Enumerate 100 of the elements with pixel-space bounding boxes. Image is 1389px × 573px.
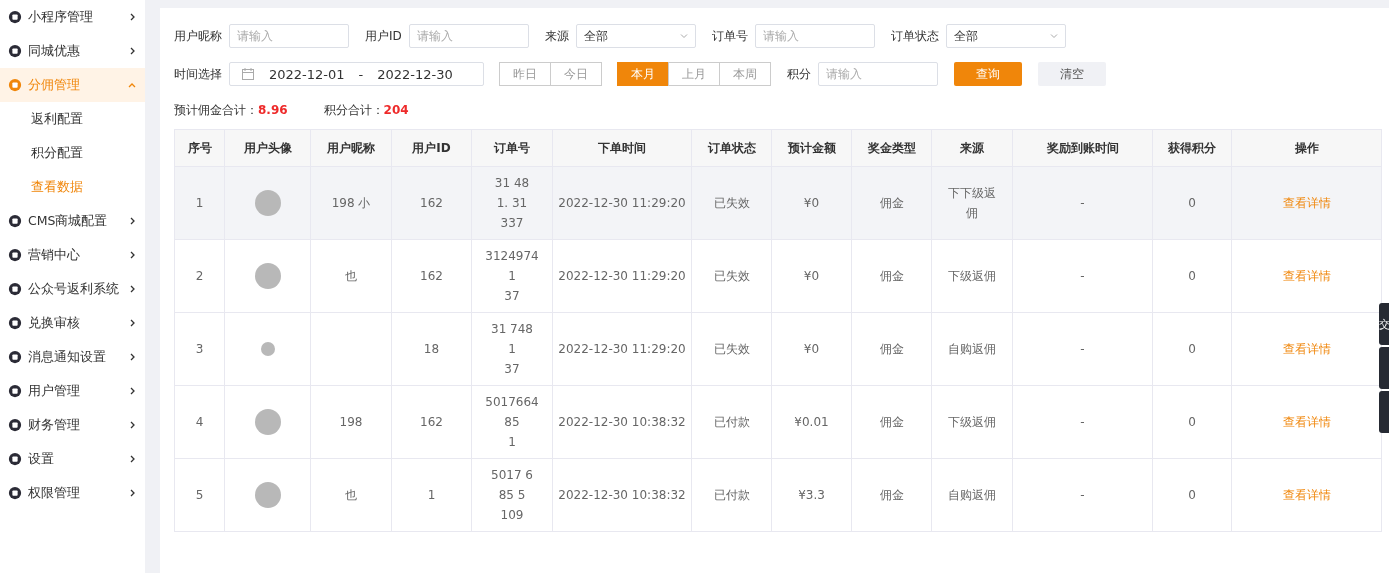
avatar-placeholder — [254, 190, 281, 216]
filter-label: 用户昵称 — [174, 27, 222, 45]
table-cell: - — [1012, 458, 1153, 532]
table-cell-text: 5017664 85 1 — [485, 394, 539, 451]
table-cell: ¥0.01 — [771, 385, 852, 459]
table-cell: ¥3.3 — [771, 458, 852, 532]
table-cell: 5 — [174, 458, 225, 532]
date-range-field[interactable]: 2022-12-01 - 2022-12-30 — [229, 62, 484, 86]
table-cell: 4 — [174, 385, 225, 459]
chevron-down-icon — [678, 31, 689, 41]
submenu-item[interactable]: 返利配置 — [0, 102, 145, 136]
column-header: 订单号 — [471, 129, 553, 167]
table-cell: 已付款 — [691, 385, 772, 459]
summary-value: 204 — [383, 103, 409, 117]
summary-value: 8.96 — [258, 103, 288, 117]
table-cell: 2022-12-30 11:29:20 — [552, 239, 692, 313]
table-cell: - — [1012, 239, 1153, 313]
table-cell: 2022-12-30 11:29:20 — [552, 166, 692, 240]
table-cell: 佣金 — [851, 312, 932, 386]
table-cell-text: 下级返佣 — [947, 268, 997, 285]
submenu-item[interactable]: 积分配置 — [0, 136, 145, 170]
filter-label: 积分 — [787, 65, 811, 83]
avatar-placeholder — [254, 409, 281, 435]
table-cell-text: 也 — [345, 487, 357, 504]
menu-icon — [8, 44, 22, 58]
avatar-placeholder — [254, 263, 281, 289]
column-header: 订单状态 — [691, 129, 772, 167]
table-cell: 佣金 — [851, 385, 932, 459]
input-field[interactable]: 请输入 — [754, 24, 875, 48]
sidebar-item[interactable]: 同城优惠 — [0, 34, 145, 68]
table-cell-text: 自购返佣 — [947, 341, 997, 358]
column-header: 用户昵称 — [310, 129, 392, 167]
sidebar-item[interactable]: 公众号返利系统 — [0, 272, 145, 306]
table-cell: 2022-12-30 10:38:32 — [552, 458, 692, 532]
table-cell: 已失效 — [691, 239, 772, 313]
select-field[interactable]: 全部 — [945, 24, 1066, 48]
table-cell: 2022-12-30 10:38:32 — [552, 385, 692, 459]
table-cell: 0 — [1152, 239, 1232, 313]
table-cell-text: 31 748 1 37 — [491, 321, 533, 378]
column-header: 预计金额 — [771, 129, 852, 167]
menu-icon — [8, 214, 22, 228]
table-cell-text: 198 小 — [331, 195, 371, 212]
column-header: 下单时间 — [552, 129, 692, 167]
menu-icon — [8, 486, 22, 500]
menu-icon — [8, 282, 22, 296]
table-cell-text: 3124974 1 37 — [485, 248, 539, 305]
avatar-placeholder — [260, 342, 275, 356]
column-header: 操作 — [1231, 129, 1382, 167]
table-cell: 0 — [1152, 385, 1232, 459]
chevron-down-icon — [1048, 31, 1059, 41]
filter-label: 来源 — [544, 27, 569, 45]
summary-label: 预计佣金合计： — [174, 103, 258, 117]
sidebar-item[interactable]: CMS商城配置 — [0, 204, 145, 238]
input-field[interactable]: 请输入 — [818, 62, 938, 86]
table-cell-text: 下下级返佣 — [947, 185, 997, 222]
table-cell: 2 — [174, 239, 225, 313]
input-field[interactable]: 请输入 — [229, 24, 349, 48]
table-cell-text: 自购返佣 — [947, 487, 997, 504]
sidebar-item[interactable]: 小程序管理 — [0, 0, 145, 34]
sidebar-item[interactable]: 兑换审核 — [0, 306, 145, 340]
table-cell-text: 也 — [345, 268, 357, 285]
sidebar-item[interactable]: 消息通知设置 — [0, 340, 145, 374]
menu-icon — [8, 350, 22, 364]
table-cell-text: 31 48 1. 31 337 — [494, 175, 530, 232]
filter-label: 时间选择 — [174, 65, 222, 83]
table-cell: 0 — [1152, 166, 1232, 240]
column-header: 奖励到账时间 — [1012, 129, 1153, 167]
table-cell: 佣金 — [851, 458, 932, 532]
table-cell: 1 — [391, 458, 472, 532]
table-cell: 162 — [391, 239, 472, 313]
table-cell: 0 — [1152, 312, 1232, 386]
sidebar-item[interactable]: 用户管理 — [0, 374, 145, 408]
table-cell: 18 — [391, 312, 472, 386]
clear-button[interactable]: 清空 — [1038, 62, 1106, 86]
menu-icon — [8, 248, 22, 262]
sidebar-item[interactable]: 权限管理 — [0, 476, 145, 510]
select-field[interactable]: 全部 — [575, 24, 696, 48]
filter-label: 订单号 — [711, 27, 748, 45]
calendar-icon — [241, 67, 255, 81]
table-cell: 佣金 — [851, 166, 932, 240]
table-cell: 已失效 — [691, 312, 772, 386]
table-cell-text: 198 — [339, 414, 363, 431]
table-cell: - — [1012, 385, 1153, 459]
side-tab[interactable] — [1379, 347, 1389, 389]
menu-icon — [8, 316, 22, 330]
avatar-placeholder — [254, 482, 281, 508]
menu-icon — [8, 452, 22, 466]
sidebar-item[interactable]: 设置 — [0, 442, 145, 476]
column-header: 序号 — [174, 129, 225, 167]
menu-icon — [8, 78, 22, 92]
column-header: 获得积分 — [1152, 129, 1232, 167]
sidebar-item[interactable]: 营销中心 — [0, 238, 145, 272]
input-field[interactable]: 请输入 — [408, 24, 529, 48]
side-tab[interactable] — [1379, 391, 1389, 433]
table-cell: 0 — [1152, 458, 1232, 532]
sidebar-item[interactable]: 财务管理 — [0, 408, 145, 442]
table-cell-text: 下级返佣 — [947, 414, 997, 431]
table-cell: 1 — [174, 166, 225, 240]
filter-label: 用户ID — [365, 27, 402, 45]
side-tab[interactable]: 交 — [1379, 303, 1389, 345]
